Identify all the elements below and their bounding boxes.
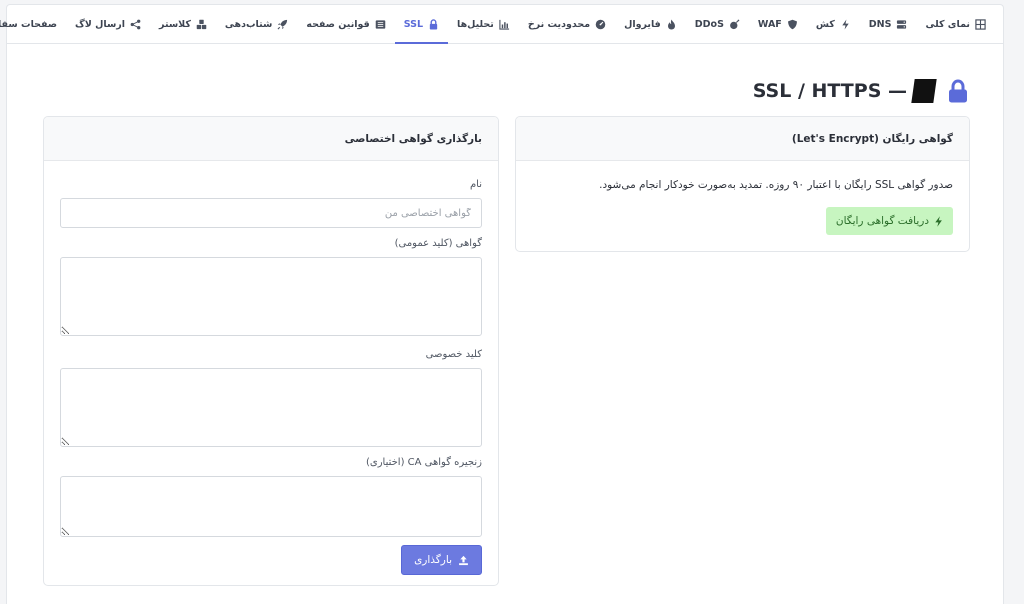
app-frame: نمای کلی DNS کش WAF DDoS فایروال محدودیت… [0,4,1004,604]
tab-overview[interactable]: نمای کلی [916,5,995,43]
letsencrypt-card-header: گواهی رایگان (Let's Encrypt) [516,117,969,161]
tab-label: WAF [757,18,782,30]
tab-rate-limit[interactable]: محدودیت نرخ [519,5,615,43]
tab-custom-pages[interactable]: صفحات سفارشی [0,5,66,43]
tab-label: SSL [403,18,424,30]
lock-icon [428,18,439,30]
tab-label: ارسال لاگ [75,18,126,30]
tab-label: کش [815,18,835,30]
tab-label: تحلیل‌ها [457,18,494,30]
chart-icon [499,19,510,30]
letsencrypt-description: صدور گواهی SSL رایگان با اعتبار ۹۰ روزه.… [599,179,953,191]
certificate-label: گواهی (کلید عمومی) [394,238,482,249]
button-label: بارگذاری [414,554,452,566]
list-icon [375,19,386,30]
tab-log-forwarding[interactable]: ارسال لاگ [66,5,150,43]
name-input[interactable] [60,198,482,228]
tab-cluster[interactable]: کلاستر [150,5,216,43]
tab-label: DDoS [694,18,724,30]
rocket-icon [277,19,288,30]
tab-label: فایروال [624,18,661,30]
certificate-textarea[interactable] [60,257,482,336]
upload-form: نام گواهی (کلید عمومی) کلید خصوصی زنجیره… [44,161,498,575]
tab-label: قوانین صفحه [306,18,370,30]
fire-icon [666,19,677,30]
upload-button[interactable]: بارگذاری [401,545,482,575]
tab-bar: نمای کلی DNS کش WAF DDoS فایروال محدودیت… [0,5,1003,44]
tab-acceleration[interactable]: شتاب‌دهی [216,5,297,43]
server-icon [896,19,907,30]
cubes-icon [196,19,207,30]
gauge-icon [595,19,606,30]
tab-cache[interactable]: کش [807,5,860,43]
bolt-icon [935,215,942,227]
letsencrypt-card-body: صدور گواهی SSL رایگان با اعتبار ۹۰ روزه.… [516,161,969,251]
upload-card-header: بارگذاری گواهی اختصاصی [44,117,498,161]
tab-label: نمای کلی [925,18,970,30]
tab-label: کلاستر [159,18,191,30]
private-key-textarea[interactable] [60,368,482,447]
letsencrypt-card: گواهی رایگان (Let's Encrypt) صدور گواهی … [515,116,970,252]
page-header: SSL / HTTPS — [753,79,969,103]
private-key-label: کلید خصوصی [425,349,482,360]
tab-waf[interactable]: WAF [749,5,807,43]
page-title-text: SSL / HTTPS — [752,80,907,102]
tab-label: صفحات سفارشی [0,18,58,30]
share-icon [130,19,141,30]
grid-icon [975,18,986,30]
tab-analytics[interactable]: تحلیل‌ها [448,5,519,43]
tab-label: محدودیت نرخ [527,18,591,30]
bomb-icon [729,19,740,30]
lock-icon [949,79,967,103]
tab-label: DNS [868,18,892,30]
redacted-domain [911,79,937,103]
tab-page-rules[interactable]: قوانین صفحه [297,5,394,43]
button-label: دریافت گواهی رایگان [835,215,929,227]
tab-label: شتاب‌دهی [224,18,273,30]
bolt-icon [840,18,851,30]
get-free-certificate-button[interactable]: دریافت گواهی رایگان [825,207,953,235]
tab-dns[interactable]: DNS [860,5,917,43]
upload-icon [459,555,468,565]
ca-chain-label: زنجیره گواهی CA (اختیاری) [365,457,482,468]
name-label: نام [469,179,482,190]
tab-ddos[interactable]: DDoS [686,5,749,43]
upload-certificate-card: بارگذاری گواهی اختصاصی نام گواهی (کلید ع… [43,116,499,586]
tab-ssl[interactable]: SSL [394,5,449,44]
page-title: SSL / HTTPS — [752,79,937,103]
shield-icon [787,19,798,30]
ca-chain-textarea[interactable] [60,476,482,537]
tab-firewall[interactable]: فایروال [615,5,686,43]
